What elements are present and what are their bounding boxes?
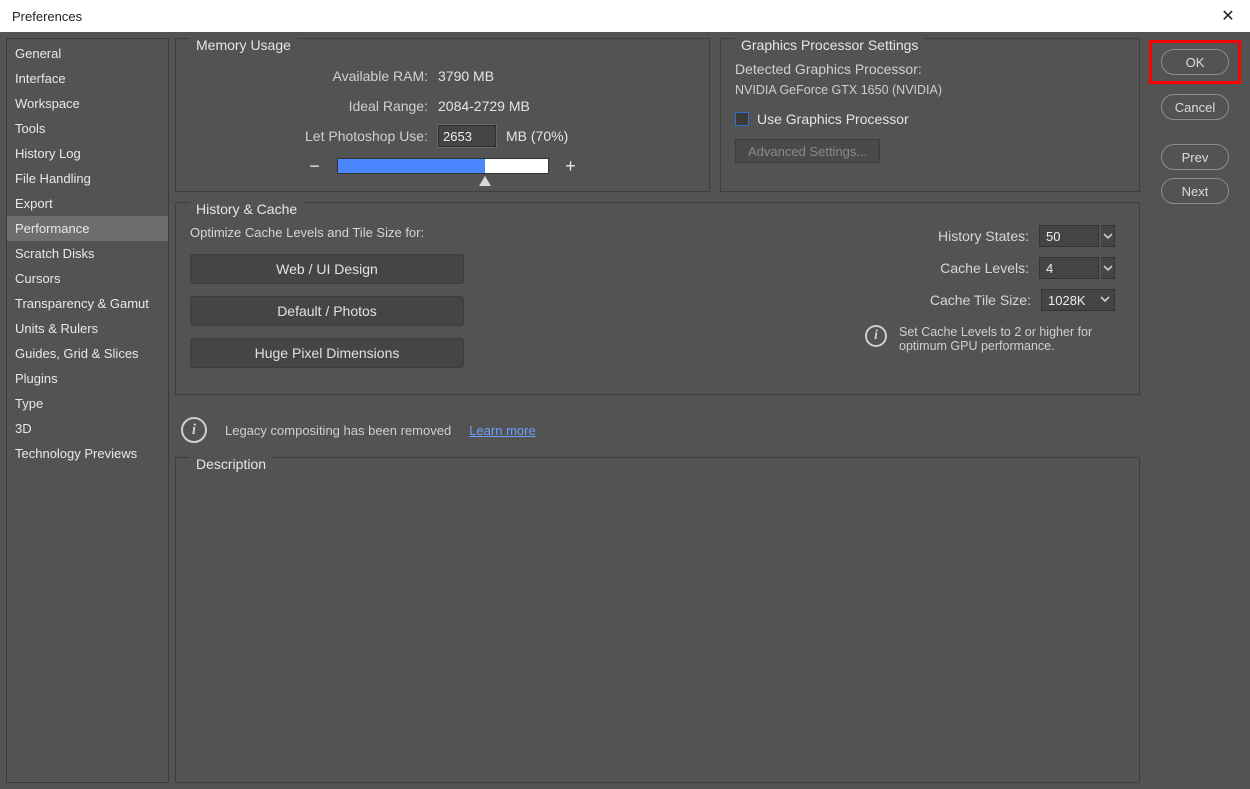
history-cache-group: History & Cache Optimize Cache Levels an…: [175, 202, 1140, 395]
legacy-compositing-row: i Legacy compositing has been removed Le…: [175, 405, 1140, 447]
memory-slider-fill: [338, 159, 485, 173]
sidebar-item-interface[interactable]: Interface: [7, 66, 168, 91]
chevron-down-icon[interactable]: [1101, 225, 1115, 247]
chevron-down-icon[interactable]: [1101, 257, 1115, 279]
ideal-range-value: 2084-2729 MB: [438, 98, 530, 114]
use-gpu-checkbox[interactable]: [735, 112, 749, 126]
sidebar-item-scratch-disks[interactable]: Scratch Disks: [7, 241, 168, 266]
sidebar-item-type[interactable]: Type: [7, 391, 168, 416]
cache-levels-dropdown[interactable]: 4: [1039, 257, 1099, 279]
sidebar-item-technology-previews[interactable]: Technology Previews: [7, 441, 168, 466]
history-cache-title: History & Cache: [190, 201, 303, 217]
ideal-range-label: Ideal Range:: [190, 98, 428, 114]
cache-tile-size-dropdown[interactable]: 1028K: [1041, 289, 1115, 311]
use-gpu-label: Use Graphics Processor: [757, 111, 909, 127]
preset-web-ui-button[interactable]: Web / UI Design: [190, 254, 464, 284]
cancel-button[interactable]: Cancel: [1161, 94, 1229, 120]
gpu-settings-title: Graphics Processor Settings: [735, 37, 924, 53]
window-title: Preferences: [12, 9, 82, 24]
sidebar-item-file-handling[interactable]: File Handling: [7, 166, 168, 191]
sidebar-item-guides-grid-slices[interactable]: Guides, Grid & Slices: [7, 341, 168, 366]
history-states-label: History States:: [869, 228, 1029, 244]
history-states-dropdown[interactable]: 50: [1039, 225, 1099, 247]
sidebar-item-history-log[interactable]: History Log: [7, 141, 168, 166]
sidebar-item-performance[interactable]: Performance: [7, 216, 168, 241]
sidebar-item-3d[interactable]: 3D: [7, 416, 168, 441]
memory-usage-group: Memory Usage Available RAM: 3790 MB Idea…: [175, 38, 710, 192]
memory-slider[interactable]: [337, 158, 549, 174]
memory-usage-title: Memory Usage: [190, 37, 297, 53]
prev-button[interactable]: Prev: [1161, 144, 1229, 170]
ok-highlight: OK: [1149, 40, 1241, 84]
cache-tile-size-label: Cache Tile Size:: [871, 292, 1031, 308]
category-sidebar: General Interface Workspace Tools Histor…: [6, 38, 169, 783]
dialog-buttons: OK Cancel Prev Next: [1146, 38, 1244, 783]
sidebar-item-workspace[interactable]: Workspace: [7, 91, 168, 116]
description-title: Description: [190, 456, 272, 472]
let-use-suffix: MB (70%): [506, 128, 568, 144]
available-ram-value: 3790 MB: [438, 68, 494, 84]
chevron-down-icon: [1100, 294, 1110, 307]
info-icon: i: [865, 325, 887, 347]
sidebar-item-plugins[interactable]: Plugins: [7, 366, 168, 391]
cache-levels-label: Cache Levels:: [869, 260, 1029, 276]
preset-default-photos-button[interactable]: Default / Photos: [190, 296, 464, 326]
detected-gpu-value: NVIDIA GeForce GTX 1650 (NVIDIA): [735, 83, 1125, 97]
sidebar-item-general[interactable]: General: [7, 41, 168, 66]
info-icon: i: [181, 417, 207, 443]
memory-slider-handle[interactable]: [479, 176, 491, 186]
main-panel: Memory Usage Available RAM: 3790 MB Idea…: [175, 38, 1244, 783]
memory-decrease-button[interactable]: −: [303, 155, 327, 177]
titlebar: Preferences ✕: [0, 0, 1250, 32]
description-group: Description: [175, 457, 1140, 783]
close-icon[interactable]: ✕: [1216, 4, 1240, 28]
let-use-label: Let Photoshop Use:: [190, 128, 428, 144]
preset-huge-pixel-button[interactable]: Huge Pixel Dimensions: [190, 338, 464, 368]
available-ram-label: Available RAM:: [190, 68, 428, 84]
ok-button[interactable]: OK: [1161, 49, 1229, 75]
sidebar-item-tools[interactable]: Tools: [7, 116, 168, 141]
sidebar-item-export[interactable]: Export: [7, 191, 168, 216]
gpu-settings-group: Graphics Processor Settings Detected Gra…: [720, 38, 1140, 192]
sidebar-item-cursors[interactable]: Cursors: [7, 266, 168, 291]
dialog-body: General Interface Workspace Tools Histor…: [0, 32, 1250, 789]
advanced-settings-button[interactable]: Advanced Settings...: [735, 139, 880, 163]
memory-increase-button[interactable]: +: [559, 155, 583, 177]
cache-info-text: Set Cache Levels to 2 or higher for opti…: [899, 325, 1115, 353]
detected-gpu-label: Detected Graphics Processor:: [735, 61, 1125, 77]
sidebar-item-transparency-gamut[interactable]: Transparency & Gamut: [7, 291, 168, 316]
legacy-text: Legacy compositing has been removed: [225, 423, 451, 438]
optimize-label: Optimize Cache Levels and Tile Size for:: [190, 225, 480, 240]
next-button[interactable]: Next: [1161, 178, 1229, 204]
sidebar-item-units-rulers[interactable]: Units & Rulers: [7, 316, 168, 341]
let-use-input[interactable]: [438, 125, 496, 147]
learn-more-link[interactable]: Learn more: [469, 423, 535, 438]
